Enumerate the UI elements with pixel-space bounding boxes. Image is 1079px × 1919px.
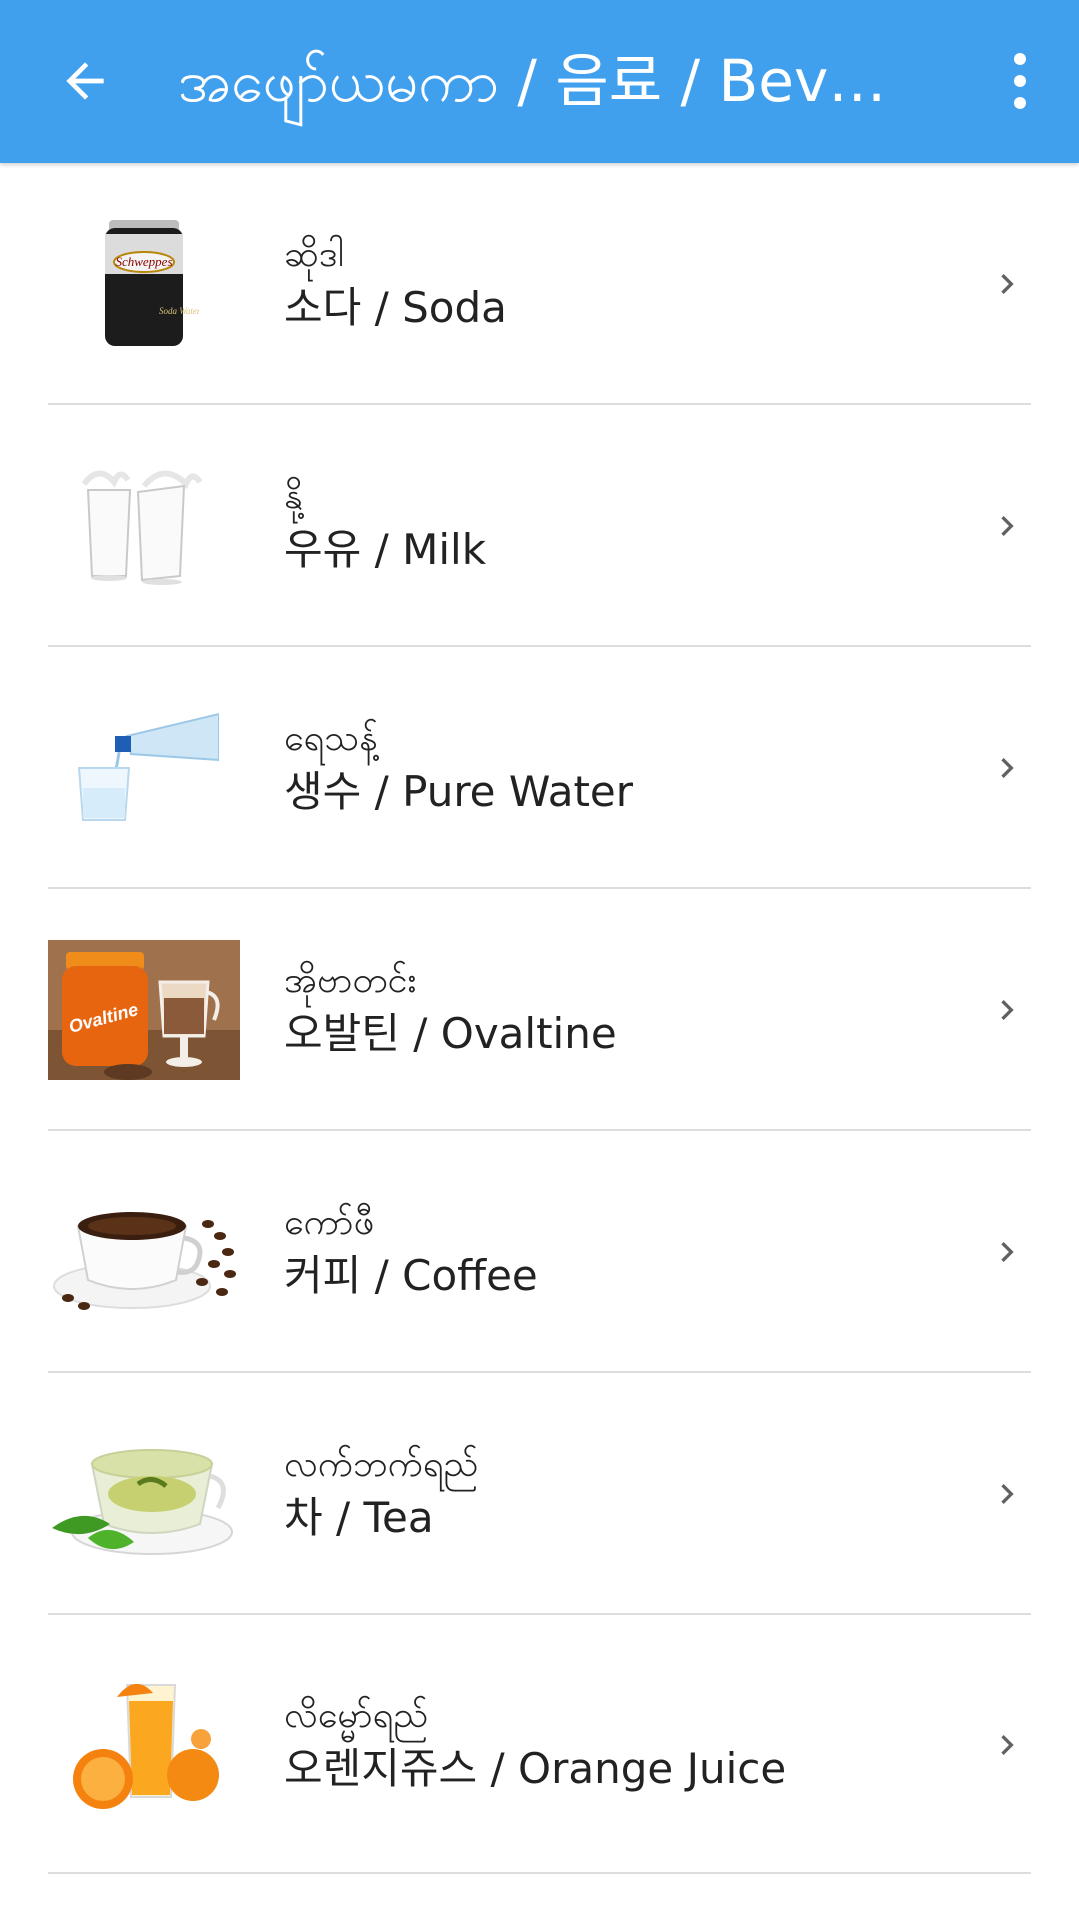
list-item-ovaltine[interactable]: Ovaltine အိုဗာတင်း 오발틴 / Ovaltine	[0, 889, 1079, 1131]
tea-cup-image	[48, 1424, 240, 1564]
more-vertical-icon-dot	[1014, 97, 1026, 109]
back-button[interactable]	[40, 36, 130, 126]
milk-glasses-image	[48, 456, 240, 596]
arrow-left-icon	[66, 62, 104, 100]
item-label: 생수 / Pure Water	[284, 767, 634, 816]
ovaltine-jar-image: Ovaltine	[48, 940, 240, 1080]
list-item-pure-water[interactable]: ရေသန့် 생수 / Pure Water	[0, 647, 1079, 889]
item-burmese-label: ဆိုဒါ	[284, 234, 344, 275]
item-burmese-label: နို့	[284, 476, 303, 517]
water-bottle-image	[48, 698, 240, 838]
item-burmese-label: လိမ္မော်ရည်	[284, 1694, 429, 1736]
svg-text:Schweppes: Schweppes	[115, 254, 172, 269]
beverage-list: Schweppes Soda Water ဆိုဒါ 소다 / Soda နို…	[0, 163, 1079, 1874]
coffee-cup-image	[48, 1182, 240, 1322]
chevron-right-icon	[1001, 516, 1014, 536]
item-burmese-label: ရေသန့်	[284, 718, 378, 759]
list-item-orange-juice[interactable]: လိမ္မော်ရည် 오렌지쥬스 / Orange Juice	[0, 1615, 1079, 1874]
page-title: အဖျော်ယမကာ / 음료 / Bever...	[178, 47, 898, 115]
item-label: 오발틴 / Ovaltine	[284, 1009, 617, 1058]
chevron-right-icon	[1001, 1734, 1014, 1755]
chevron-right-icon	[1001, 1242, 1014, 1262]
more-vertical-icon	[1014, 53, 1026, 65]
item-label: 차 / Tea	[284, 1493, 434, 1542]
chevron-right-icon	[1001, 274, 1014, 294]
list-item-coffee[interactable]: ကော်ဖီ 커피 / Coffee	[0, 1131, 1079, 1373]
list-item-soda[interactable]: Schweppes Soda Water ဆိုဒါ 소다 / Soda	[0, 163, 1079, 405]
item-label: 커피 / Coffee	[284, 1251, 538, 1300]
item-burmese-label: ကော်ဖီ	[284, 1202, 375, 1243]
item-label: 소다 / Soda	[284, 283, 507, 332]
item-label: 오렌지쥬스 / Orange Juice	[284, 1743, 787, 1793]
svg-text:Soda Water: Soda Water	[159, 306, 199, 316]
soda-can-image: Schweppes Soda Water	[48, 214, 240, 354]
list-item-tea[interactable]: လက်ဘက်ရည် 차 / Tea	[0, 1373, 1079, 1615]
chevron-right-icon	[1001, 1484, 1014, 1504]
item-burmese-label: အိုဗာတင်း	[284, 960, 417, 1001]
divider	[48, 1872, 1031, 1874]
item-burmese-label: လက်ဘက်ရည်	[284, 1444, 479, 1485]
more-options-button[interactable]	[985, 36, 1055, 126]
app-bar: အဖျော်ယမကာ / 음료 / Bever...	[0, 0, 1079, 163]
chevron-right-icon	[1001, 758, 1014, 778]
item-label: 우유 / Milk	[284, 525, 487, 574]
orange-juice-image	[48, 1675, 240, 1815]
more-vertical-icon-dot	[1014, 75, 1026, 87]
list-item-milk[interactable]: နို့ 우유 / Milk	[0, 405, 1079, 647]
chevron-right-icon	[1001, 1000, 1014, 1020]
